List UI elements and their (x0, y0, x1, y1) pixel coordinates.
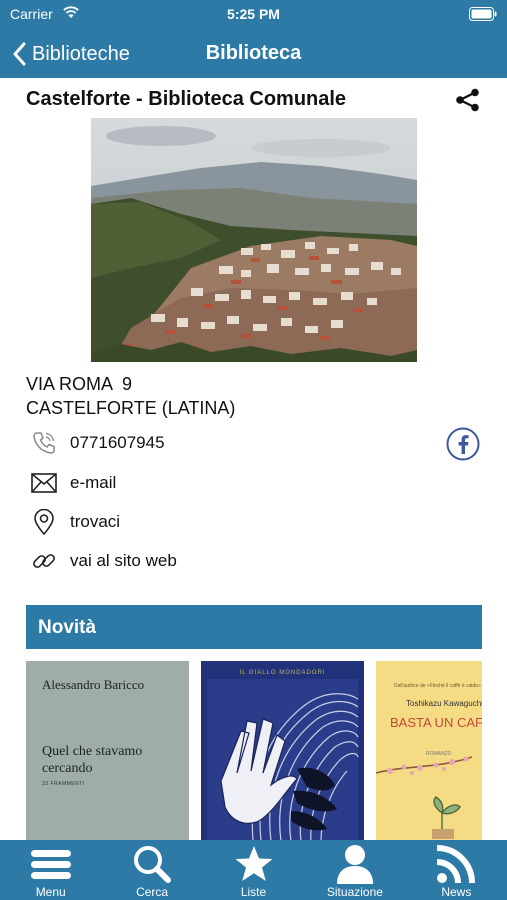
tab-menu[interactable]: Menu (0, 840, 101, 900)
user-icon (333, 844, 377, 884)
battery-icon (469, 7, 497, 21)
website-label: vai al sito web (70, 551, 177, 570)
tab-situazione[interactable]: Situazione (304, 840, 405, 900)
tab-label: Liste (240, 885, 267, 899)
phone-row[interactable]: 0771607945 (30, 429, 165, 457)
library-address: VIA ROMA 9 CASTELFORTE (LATINA) (26, 372, 235, 420)
website-row[interactable]: vai al sito web (30, 547, 177, 575)
link-icon (30, 547, 58, 575)
email-label: e-mail (70, 473, 117, 492)
book-cover-art (207, 679, 359, 841)
book-author: Alessandro Baricco (42, 677, 145, 692)
menu-icon (29, 844, 73, 884)
facebook-icon[interactable] (446, 427, 480, 461)
tab-news[interactable]: News (406, 840, 507, 900)
novita-title: Novità (38, 617, 97, 638)
library-photo (91, 118, 417, 362)
map-label: trovaci (70, 512, 121, 531)
tab-label: Cerca (136, 885, 169, 899)
share-icon[interactable] (454, 88, 482, 112)
navigation-bar: Biblioteche Biblioteca (0, 30, 507, 78)
tab-label: Situazione (326, 885, 383, 899)
search-icon (130, 844, 174, 884)
book-cover[interactable]: IL GIALLO MONDADORI (201, 661, 364, 841)
book-cover[interactable]: Dall'autrice de «Finché il caffè è caldo… (376, 661, 482, 841)
phone-number: 0771607945 (70, 433, 165, 452)
rss-icon (434, 844, 478, 884)
page-title: Biblioteca (205, 42, 302, 64)
book-title: Quel che stavamo cercando (42, 744, 143, 776)
tab-bar: Menu Cerca Liste Situazione News (0, 840, 507, 900)
address-city: CASTELFORTE (LATINA) (26, 398, 236, 418)
novita-header: Novità (26, 605, 482, 649)
book-publisher: IL GIALLO MONDADORI (239, 670, 326, 676)
phone-icon (30, 429, 58, 457)
cherry-blossom-art (376, 756, 473, 839)
mail-icon (30, 469, 58, 497)
clock: 5:25 PM (227, 6, 280, 22)
map-pin-icon (30, 508, 58, 536)
status-bar: Carrier 5:25 PM (0, 0, 507, 30)
tab-liste[interactable]: Liste (203, 840, 304, 900)
book-series: 33 FRAMMENTI (42, 781, 85, 787)
email-row[interactable]: e-mail (30, 469, 116, 497)
novita-carousel[interactable]: Alessandro Baricco Quel che stavamo cerc… (26, 661, 482, 841)
tab-cerca[interactable]: Cerca (101, 840, 202, 900)
book-cover[interactable]: Alessandro Baricco Quel che stavamo cerc… (26, 661, 189, 841)
star-icon (232, 844, 276, 884)
tab-label: News (441, 885, 472, 899)
map-row[interactable]: trovaci (30, 508, 120, 536)
address-street: VIA ROMA 9 (26, 374, 133, 394)
tab-label: Menu (35, 885, 66, 899)
library-name: Castelforte - Biblioteca Comunale (26, 88, 347, 110)
